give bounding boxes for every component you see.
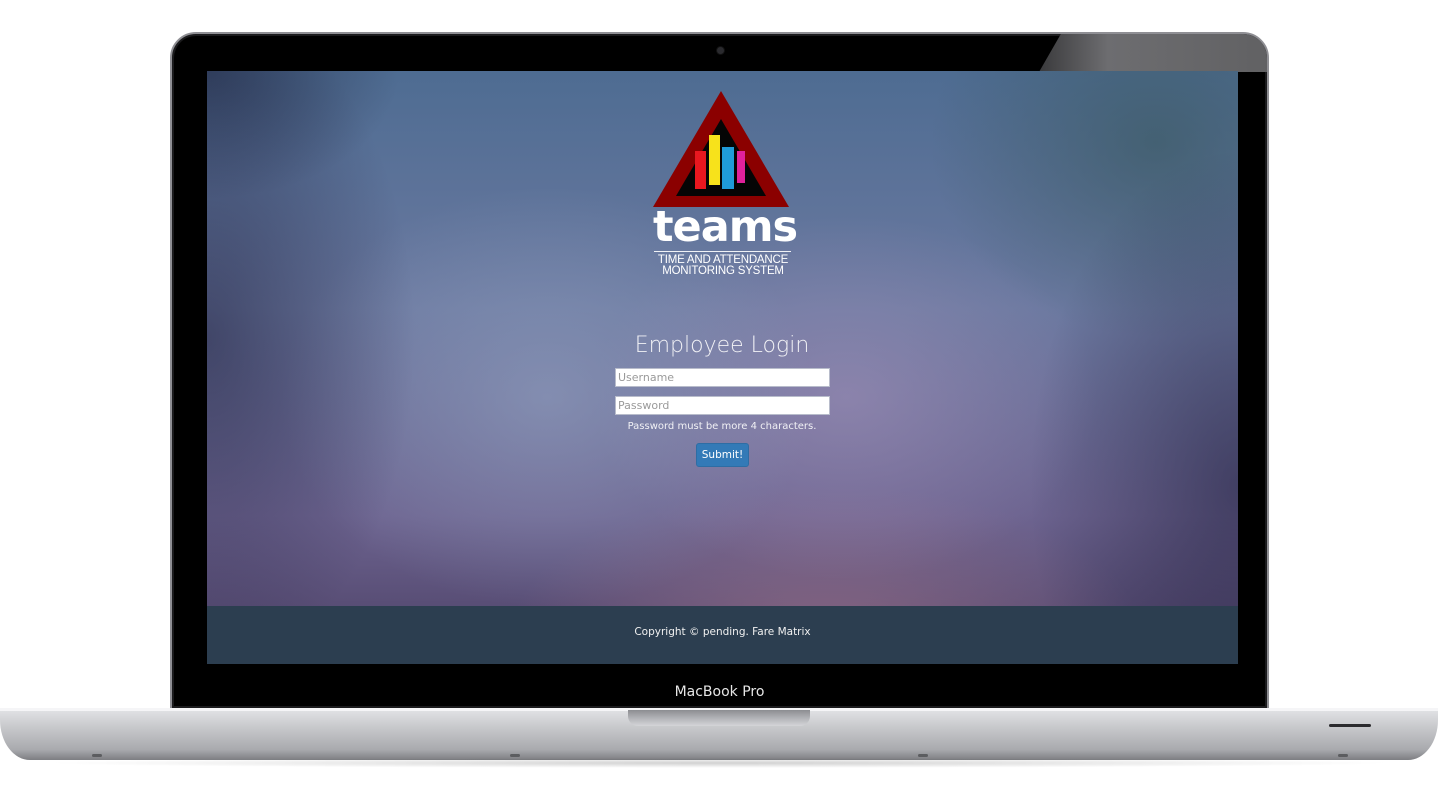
submit-button[interactable]: Submit! bbox=[696, 443, 749, 467]
logo-tagline: TIME AND ATTENDANCE MONITORING SYSTEM bbox=[647, 254, 799, 277]
laptop-foot bbox=[1338, 754, 1348, 757]
footer-copyright: Copyright © pending. Fare Matrix bbox=[634, 626, 811, 638]
logo-wordmark: teams bbox=[653, 202, 798, 252]
page-title: Employee Login bbox=[634, 333, 810, 358]
logo-divider bbox=[654, 251, 791, 252]
logo-bar-blue bbox=[722, 147, 734, 189]
camera-icon bbox=[717, 47, 724, 54]
login-screen: teams TIME AND ATTENDANCE MONITORING SYS… bbox=[207, 71, 1238, 664]
logo-bar-red bbox=[695, 151, 706, 189]
logo-tagline-line2: MONITORING SYSTEM bbox=[662, 265, 784, 277]
teams-logo-icon bbox=[653, 91, 789, 207]
laptop-shadow bbox=[40, 758, 1398, 768]
device-label: MacBook Pro bbox=[674, 684, 765, 700]
password-hint: Password must be more 4 characters. bbox=[627, 421, 817, 432]
laptop-foot bbox=[92, 754, 102, 757]
username-input[interactable] bbox=[615, 368, 830, 387]
laptop-foot bbox=[510, 754, 520, 757]
footer: Copyright © pending. Fare Matrix bbox=[207, 606, 1238, 664]
laptop-foot bbox=[918, 754, 928, 757]
disc-slot bbox=[1329, 724, 1371, 727]
lid-glare bbox=[1039, 34, 1267, 72]
logo-bar-yellow bbox=[709, 135, 720, 185]
laptop-base bbox=[0, 708, 1438, 760]
lid-notch bbox=[628, 710, 810, 726]
laptop-mockup: MacBook Pro teams TIME AND ATTENDANCE MO… bbox=[0, 0, 1438, 787]
logo-bar-magenta bbox=[737, 151, 745, 183]
password-input[interactable] bbox=[615, 396, 830, 415]
